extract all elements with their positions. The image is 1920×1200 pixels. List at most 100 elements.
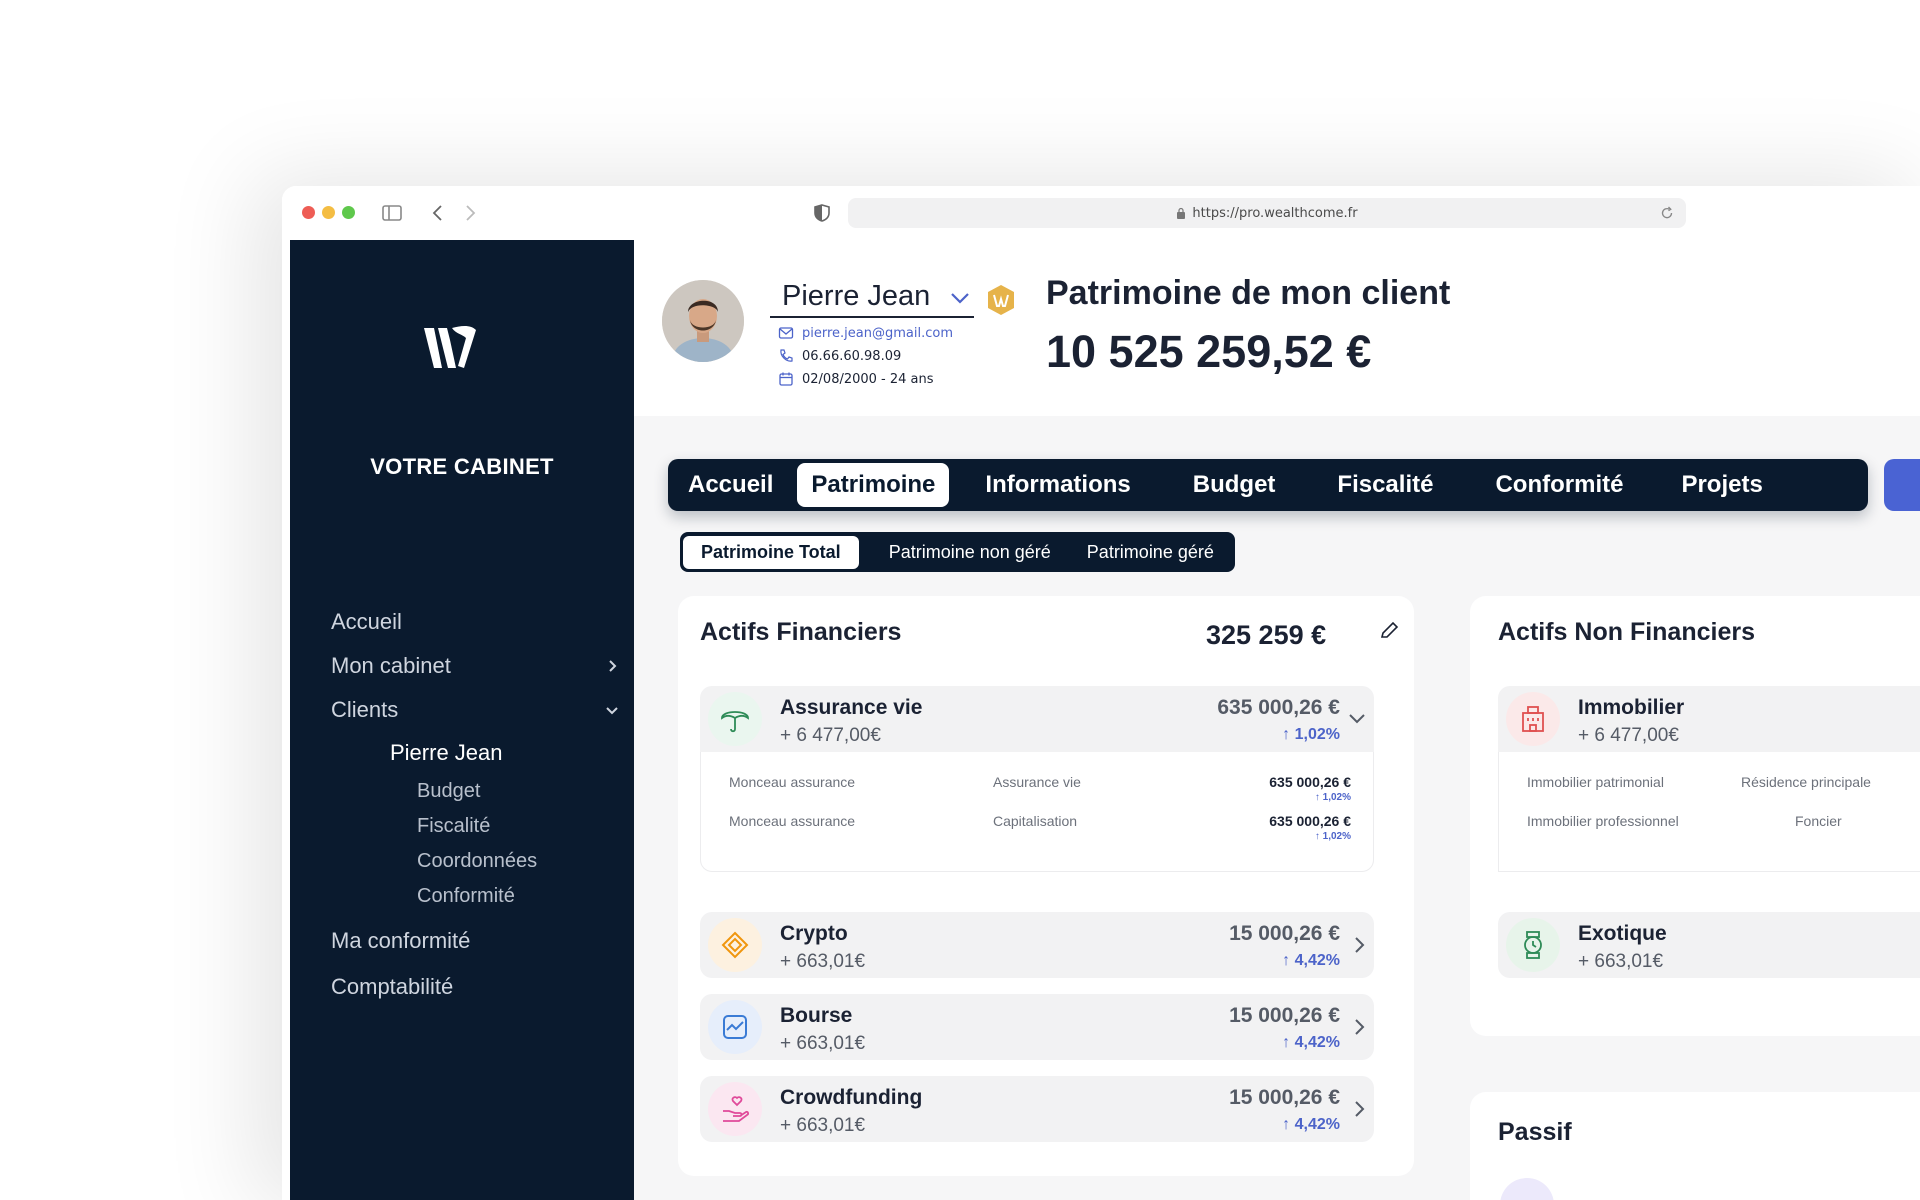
reload-icon[interactable] xyxy=(1658,204,1676,222)
asset-change: ↑ 4,42% xyxy=(1282,1116,1340,1133)
asset-gain: + 6 477,00€ xyxy=(780,725,881,746)
maximize-window-button[interactable] xyxy=(342,206,355,219)
tab-fiscalite[interactable]: Fiscalité xyxy=(1323,463,1447,507)
chevron-right-icon xyxy=(609,660,617,672)
total-wealth-value: 10 525 259,52 € xyxy=(1046,326,1372,377)
tab-projets[interactable]: Projets xyxy=(1667,463,1776,507)
detail-label: Immobilier patrimonial xyxy=(1527,774,1664,790)
sidebar-subitem-fiscalite[interactable]: Fiscalité xyxy=(331,809,623,844)
gold-badge-icon xyxy=(988,285,1014,315)
tab-budget[interactable]: Budget xyxy=(1179,463,1290,507)
sidebar-item-mon-cabinet[interactable]: Mon cabinet xyxy=(331,644,623,688)
client-email[interactable]: pierre.jean@gmail.com xyxy=(778,325,953,341)
passif-icon-box xyxy=(1500,1178,1554,1200)
sidebar-subitem-budget[interactable]: Budget xyxy=(331,774,623,809)
asset-row-crypto[interactable]: Crypto + 663,01€ 15 000,26 € ↑ 4,42% xyxy=(700,912,1374,978)
immobilier-details: Immobilier patrimonial Résidence princip… xyxy=(1498,752,1920,872)
chevron-right-icon[interactable] xyxy=(1352,936,1366,954)
asset-icon-box xyxy=(708,1082,762,1136)
main-tabs: Accueil Patrimoine Informations Budget F… xyxy=(668,459,1868,511)
asset-icon-box xyxy=(708,1000,762,1054)
sidebar-item-client-pierre-jean[interactable]: Pierre Jean xyxy=(331,732,623,774)
browser-chrome: https://pro.wealthcome.fr xyxy=(282,186,1920,240)
asset-name: Bourse xyxy=(780,1004,853,1027)
asset-name: Crowdfunding xyxy=(780,1086,923,1109)
asset-icon-box xyxy=(708,692,762,746)
chevron-down-icon[interactable] xyxy=(1348,712,1366,726)
detail-provider: Monceau assurance xyxy=(729,813,856,829)
subtab-patrimoine-total[interactable]: Patrimoine Total xyxy=(683,535,859,569)
detail-label: Immobilier professionnel xyxy=(1527,813,1679,829)
asset-value: 15 000,26 € xyxy=(1229,1086,1340,1109)
building-icon xyxy=(1522,706,1544,732)
tab-accueil[interactable]: Accueil xyxy=(674,463,787,507)
asset-name: Exotique xyxy=(1578,922,1667,945)
asset-row-bourse[interactable]: Bourse + 663,01€ 15 000,26 € ↑ 4,42% xyxy=(700,994,1374,1060)
sidebar-nav: Accueil Mon cabinet Clients Pierre Jean … xyxy=(331,600,623,1010)
detail-value: 635 000,26 € xyxy=(1269,813,1351,829)
chevron-down-icon xyxy=(606,707,618,715)
card-title: Passif xyxy=(1498,1118,1572,1146)
chevron-down-icon xyxy=(951,293,969,304)
asset-value: 15 000,26 € xyxy=(1229,922,1340,945)
asset-row-exotique[interactable]: Exotique + 663,01€ xyxy=(1498,912,1920,978)
asset-value: 15 000,26 € xyxy=(1229,1004,1340,1027)
asset-row-crowdfunding[interactable]: Crowdfunding + 663,01€ 15 000,26 € ↑ 4,4… xyxy=(700,1076,1374,1142)
sidebar-item-comptabilite[interactable]: Comptabilité xyxy=(331,964,623,1010)
crypto-icon xyxy=(721,931,749,959)
minimize-window-button[interactable] xyxy=(322,206,335,219)
sidebar-item-ma-conformite[interactable]: Ma conformité xyxy=(331,918,623,964)
sidebar-subitem-coordonnees[interactable]: Coordonnées xyxy=(331,844,623,879)
asset-value: 635 000,26 € xyxy=(1217,696,1340,719)
asset-gain: + 6 477,00€ xyxy=(1578,725,1679,746)
client-birthdate: 02/08/2000 - 24 ans xyxy=(778,371,934,387)
subtab-patrimoine-non-gere[interactable]: Patrimoine non géré xyxy=(871,536,1069,569)
back-arrow-icon[interactable] xyxy=(426,201,450,225)
asset-gain: + 663,01€ xyxy=(780,951,866,972)
forward-arrow-icon[interactable] xyxy=(458,201,482,225)
wealthcome-logo xyxy=(424,326,476,368)
main-content: Pierre Jean pierre.jean@gmail.com 06.66.… xyxy=(634,240,1920,1200)
assurance-vie-details: Monceau assurance Assurance vie 635 000,… xyxy=(700,752,1374,872)
asset-gain: + 663,01€ xyxy=(780,1115,866,1136)
detail-provider: Monceau assurance xyxy=(729,774,856,790)
tab-informations[interactable]: Informations xyxy=(971,463,1144,507)
calendar-icon xyxy=(779,372,793,386)
client-header: Pierre Jean pierre.jean@gmail.com 06.66.… xyxy=(634,240,1920,416)
asset-name: Crypto xyxy=(780,922,848,945)
edit-pencil-icon[interactable] xyxy=(1378,620,1400,642)
detail-value: 635 000,26 € xyxy=(1269,774,1351,790)
tab-conformite[interactable]: Conformité xyxy=(1481,463,1637,507)
close-window-button[interactable] xyxy=(302,206,315,219)
watch-icon xyxy=(1524,931,1542,959)
passif-card: Passif xyxy=(1470,1092,1920,1200)
asset-icon-box xyxy=(1506,918,1560,972)
asset-name: Assurance vie xyxy=(780,696,923,719)
chevron-right-icon[interactable] xyxy=(1352,1100,1366,1118)
subtab-patrimoine-gere[interactable]: Patrimoine géré xyxy=(1069,536,1232,569)
cabinet-label: VOTRE CABINET xyxy=(370,454,554,479)
chevron-right-icon[interactable] xyxy=(1352,1018,1366,1036)
page-title: Patrimoine de mon client xyxy=(1046,274,1451,312)
financial-total: 325 259 € xyxy=(1206,620,1327,650)
asset-row-assurance-vie[interactable]: Assurance vie + 6 477,00€ 635 000,26 € ↑… xyxy=(700,686,1374,752)
phone-text: 06.66.60.98.09 xyxy=(802,348,902,364)
sidebar-item-clients[interactable]: Clients xyxy=(331,688,623,732)
address-bar[interactable]: https://pro.wealthcome.fr xyxy=(848,198,1686,228)
detail-type: Résidence principale xyxy=(1741,774,1871,790)
financial-assets-card: Actifs Financiers 325 259 € Assurance vi… xyxy=(678,596,1414,1176)
lock-icon xyxy=(1177,207,1186,219)
card-title: Actifs Non Financiers xyxy=(1498,618,1755,646)
sidebar-toggle-icon[interactable] xyxy=(380,201,404,225)
detail-change: ↑ 1,02% xyxy=(1314,831,1351,842)
shield-icon[interactable] xyxy=(810,201,834,225)
sidebar-subitem-conformite[interactable]: Conformité xyxy=(331,879,623,914)
tab-patrimoine[interactable]: Patrimoine xyxy=(797,463,950,507)
arrow-up-icon: ↑ xyxy=(1282,1034,1295,1051)
tab-overflow-button[interactable] xyxy=(1884,459,1920,511)
sidebar-item-label: Clients xyxy=(331,697,399,722)
asset-row-immobilier[interactable]: Immobilier + 6 477,00€ xyxy=(1498,686,1920,752)
arrow-up-icon: ↑ xyxy=(1282,726,1295,743)
client-selector[interactable]: Pierre Jean xyxy=(770,276,974,318)
sidebar-item-accueil[interactable]: Accueil xyxy=(331,600,623,644)
